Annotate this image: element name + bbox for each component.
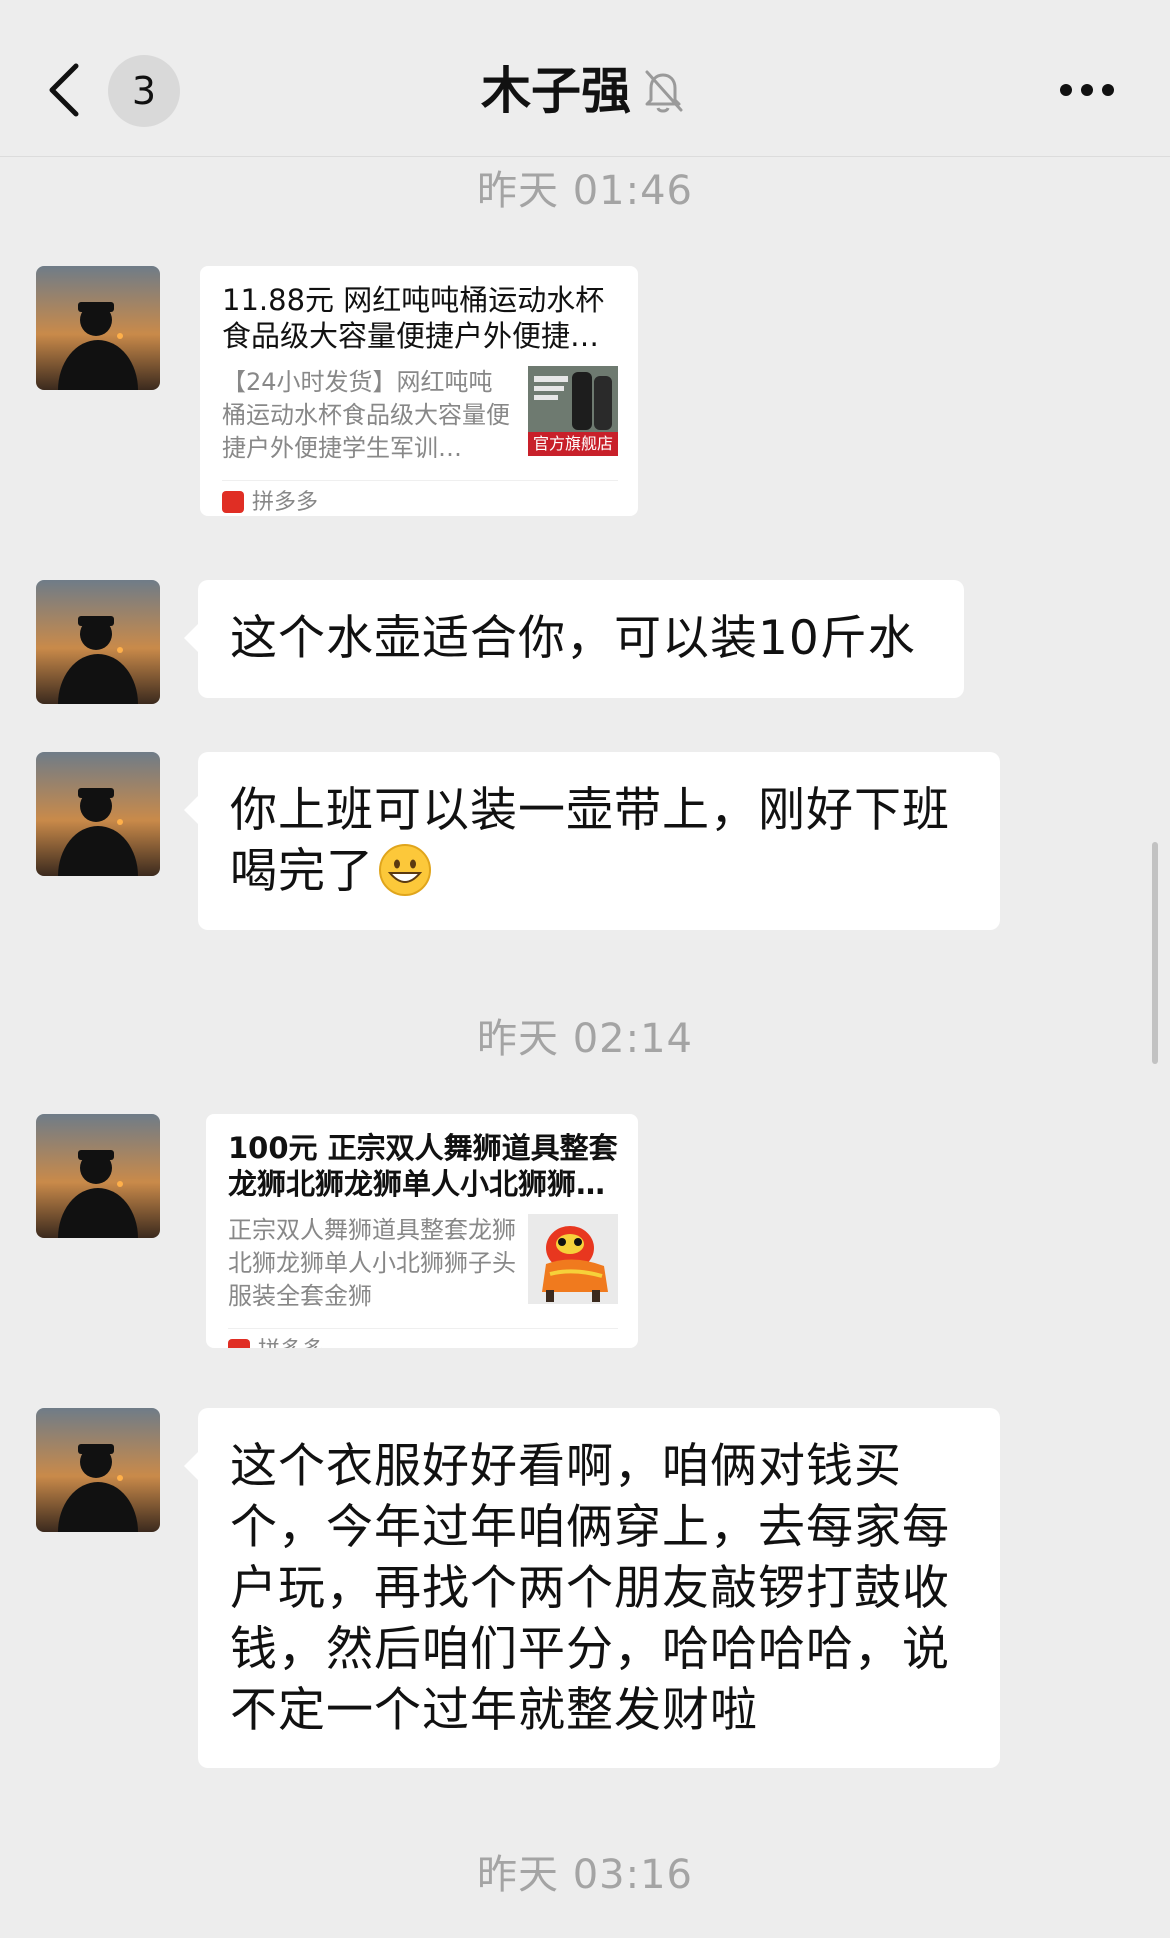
card-source-label: 拼多多 — [252, 490, 319, 515]
avatar[interactable] — [36, 1408, 160, 1532]
message-bubble[interactable]: 这个水壶适合你，可以装10斤水 — [184, 580, 964, 698]
avatar-image — [36, 580, 160, 704]
card-source-label: 拼多多 — [258, 1338, 324, 1348]
timestamp: 昨天 03:16 — [477, 1852, 693, 1898]
card-body: 【24小时发货】网红吨吨桶运动水杯食品级大容量便捷户外便捷学生军训… 官方旗舰店 — [222, 366, 618, 470]
message-bubble[interactable]: 这个衣服好好看啊，咱俩对钱买个，今年过年咱俩穿上，去每家每户玩，再找个两个朋友敲… — [184, 1408, 1000, 1768]
chat-title: 木子强 — [0, 58, 1170, 124]
card-source: 拼多多 — [222, 480, 618, 516]
thumbnail-badge: 官方旗舰店 — [532, 434, 613, 453]
contact-name: 木子强 — [481, 62, 631, 120]
timestamp: 昨天 01:46 — [477, 168, 693, 214]
product-thumbnail: 官方旗舰店 — [528, 366, 618, 456]
avatar-image — [36, 752, 160, 876]
card-title: 100元 正宗双人舞狮道具整套龙狮北狮龙狮单人小北狮狮… — [228, 1131, 618, 1201]
scrollbar[interactable] — [1152, 842, 1158, 1064]
card-source: 拼多多 — [228, 1328, 618, 1348]
card-description: 【24小时发货】网红吨吨桶运动水杯食品级大容量便捷户外便捷学生军训… — [222, 368, 510, 462]
pinduoduo-icon — [228, 1339, 250, 1348]
message-text: 你上班可以装一壶带上，刚好下班喝完了 — [230, 783, 950, 899]
product-card[interactable]: 11.88元 网红吨吨桶运动水杯食品级大容量便捷户外便捷… 【24小时发货】网红… — [200, 266, 638, 516]
product-card[interactable]: 100元 正宗双人舞狮道具整套龙狮北狮龙狮单人小北狮狮… 正宗双人舞狮道具整套龙… — [206, 1114, 638, 1348]
message-bubble[interactable]: 你上班可以装一壶带上，刚好下班喝完了 — [184, 752, 1000, 930]
grinning-face-emoji — [379, 844, 431, 896]
product-thumbnail — [528, 1214, 618, 1304]
avatar[interactable] — [36, 580, 160, 704]
avatar-image — [36, 266, 160, 390]
pinduoduo-icon — [222, 491, 244, 513]
avatar[interactable] — [36, 752, 160, 876]
avatar[interactable] — [36, 1114, 160, 1238]
avatar[interactable] — [36, 266, 160, 390]
timestamp: 昨天 02:14 — [477, 1016, 693, 1062]
chat-header: 3 木子强 — [0, 0, 1170, 157]
avatar-image — [36, 1114, 160, 1238]
avatar-image — [36, 1408, 160, 1532]
bell-muted-icon — [645, 70, 683, 113]
message-text: 这个水壶适合你，可以装10斤水 — [230, 611, 916, 666]
more-dots-icon[interactable] — [1058, 80, 1116, 100]
card-body: 正宗双人舞狮道具整套龙狮北狮龙狮单人小北狮狮子头服装全套金狮 — [228, 1214, 618, 1318]
card-title: 11.88元 网红吨吨桶运动水杯食品级大容量便捷户外便捷… — [222, 283, 605, 353]
message-text: 这个衣服好好看啊，咱俩对钱买个，今年过年咱俩穿上，去每家每户玩，再找个两个朋友敲… — [230, 1439, 950, 1738]
card-description: 正宗双人舞狮道具整套龙狮北狮龙狮单人小北狮狮子头服装全套金狮 — [228, 1216, 516, 1310]
